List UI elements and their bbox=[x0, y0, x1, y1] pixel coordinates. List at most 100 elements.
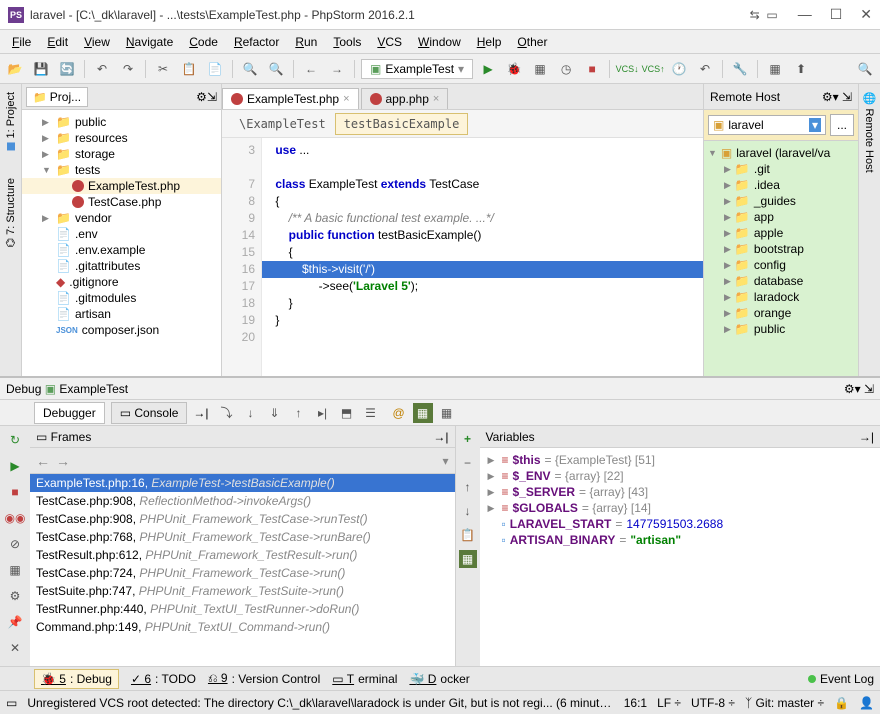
menu-edit[interactable]: Edit bbox=[39, 33, 76, 51]
code-editor[interactable]: 378914151617181920 use ... class Example… bbox=[222, 138, 703, 376]
mute-icon[interactable]: ⊘ bbox=[5, 534, 25, 554]
close-tab-icon[interactable]: × bbox=[343, 93, 349, 105]
step-out-icon[interactable]: ↑ bbox=[289, 403, 309, 423]
tree-node[interactable]: 📄.gitattributes bbox=[22, 258, 221, 274]
stop-icon[interactable]: ■ bbox=[581, 58, 603, 80]
tree-node[interactable]: 📄artisan bbox=[22, 306, 221, 322]
remote-more-button[interactable]: ... bbox=[830, 114, 854, 136]
remote-node[interactable]: ▶📁bootstrap bbox=[704, 241, 858, 257]
watch-icon[interactable]: @ bbox=[389, 403, 409, 423]
revert-icon[interactable]: ↶ bbox=[694, 58, 716, 80]
breadcrumb-method[interactable]: testBasicExample bbox=[335, 113, 469, 135]
eval-icon[interactable]: ☰ bbox=[361, 403, 381, 423]
upload-icon[interactable]: ⬆ bbox=[790, 58, 812, 80]
bottom-tab[interactable]: ▭ Terminal bbox=[332, 669, 397, 689]
file-encoding[interactable]: UTF-8 ÷ bbox=[691, 696, 735, 710]
debug-hide-icon[interactable]: ⇲ bbox=[864, 382, 874, 396]
frame-row[interactable]: TestCase.php:724, PHPUnit_Framework_Test… bbox=[30, 564, 455, 582]
cut-icon[interactable]: ✂ bbox=[152, 58, 174, 80]
frame-row[interactable]: TestRunner.php:440, PHPUnit_TextUI_TestR… bbox=[30, 600, 455, 618]
vcs-update-icon[interactable]: VCS↓ bbox=[616, 58, 638, 80]
project-tree[interactable]: ▶📁public▶📁resources▶📁storage▼📁testsExamp… bbox=[22, 110, 221, 376]
close-button[interactable]: ✕ bbox=[860, 6, 872, 23]
variable-row[interactable]: ▶≡ $_SERVER = {array} [43] bbox=[484, 484, 877, 500]
variable-row[interactable]: ▶≡ $_ENV = {array} [22] bbox=[484, 468, 877, 484]
search-icon[interactable]: 🔍 bbox=[854, 58, 876, 80]
project-gear-icon[interactable]: ⚙ bbox=[196, 90, 207, 104]
run-config-dropdown[interactable]: ▣ ExampleTest ▾ bbox=[361, 59, 473, 79]
remote-hide-icon[interactable]: ⇲ bbox=[842, 90, 852, 104]
variable-row[interactable]: ▫ LARAVEL_START = 1477591503.2688 bbox=[484, 516, 877, 532]
close-tab-icon[interactable]: × bbox=[433, 93, 439, 105]
variable-row[interactable]: ▶≡ $this = {ExampleTest} [51] bbox=[484, 452, 877, 468]
paste-icon[interactable]: 📄 bbox=[204, 58, 226, 80]
structure-toolwindow-tab[interactable]: ⌬ 7: Structure bbox=[2, 174, 19, 252]
remove-watch-icon[interactable]: − bbox=[459, 454, 477, 472]
console-output-icon[interactable]: →| bbox=[193, 406, 208, 420]
line-separator[interactable]: LF ÷ bbox=[657, 696, 681, 710]
variable-row[interactable]: ▶≡ $GLOBALS = {array} [14] bbox=[484, 500, 877, 516]
console-tab[interactable]: ▭ Console bbox=[111, 402, 188, 424]
frame-row[interactable]: TestCase.php:908, ReflectionMethod->invo… bbox=[30, 492, 455, 510]
tree-node[interactable]: JSONcomposer.json bbox=[22, 322, 221, 338]
tree-node[interactable]: ▶📁storage bbox=[22, 146, 221, 162]
remote-server-dropdown[interactable]: ▣laravel▾ bbox=[708, 115, 826, 135]
copy-watch-icon[interactable]: 📋 bbox=[459, 526, 477, 544]
view-bp-icon[interactable]: ▦ bbox=[437, 403, 457, 423]
remote-node[interactable]: ▶📁database bbox=[704, 273, 858, 289]
menu-run[interactable]: Run bbox=[287, 33, 325, 51]
step-over-icon[interactable]: ⤵ bbox=[217, 403, 237, 423]
tree-node[interactable]: ◆.gitignore bbox=[22, 274, 221, 290]
tree-node[interactable]: 📄.gitmodules bbox=[22, 290, 221, 306]
step-into-icon[interactable]: ↓ bbox=[241, 403, 261, 423]
tree-node[interactable]: 📄.env.example bbox=[22, 242, 221, 258]
debug-gear-icon[interactable]: ⚙▾ bbox=[844, 382, 861, 396]
vcs-commit-icon[interactable]: VCS↑ bbox=[642, 58, 664, 80]
drop-frame-icon[interactable]: ⬒ bbox=[337, 403, 357, 423]
remote-node[interactable]: ▶📁.idea bbox=[704, 177, 858, 193]
show-watches-icon[interactable]: ▦ bbox=[459, 550, 477, 568]
git-branch[interactable]: ᛉ Git: master ÷ bbox=[745, 696, 824, 710]
frame-next-icon[interactable]: → bbox=[56, 453, 70, 469]
frame-row[interactable]: TestCase.php:768, PHPUnit_Framework_Test… bbox=[30, 528, 455, 546]
bottom-tab[interactable]: 🐳 Docker bbox=[409, 669, 469, 689]
zoom-in-icon[interactable]: 🔍 bbox=[239, 58, 261, 80]
remote-gear-icon[interactable]: ⚙▾ bbox=[822, 90, 839, 104]
tree-node[interactable]: 📄.env bbox=[22, 226, 221, 242]
menu-view[interactable]: View bbox=[76, 33, 118, 51]
event-log-tab[interactable]: Event Log bbox=[808, 672, 874, 686]
menu-file[interactable]: File bbox=[4, 33, 39, 51]
bottom-tab[interactable]: ⎌ 9: Version Control bbox=[208, 669, 320, 689]
project-toolwindow-tab[interactable]: 1: Project bbox=[3, 88, 19, 154]
forward-icon[interactable]: → bbox=[326, 58, 348, 80]
frame-row[interactable]: TestSuite.php:747, PHPUnit_Framework_Tes… bbox=[30, 582, 455, 600]
project-tab[interactable]: 📁 Proj... bbox=[26, 87, 88, 107]
remote-host-tab[interactable]: 🌐 Remote Host bbox=[861, 88, 878, 177]
toolbar-toggles[interactable]: ⇆ ▭ bbox=[750, 8, 778, 22]
menu-vcs[interactable]: VCS bbox=[369, 33, 410, 51]
variable-row[interactable]: ▫ ARTISAN_BINARY = "artisan" bbox=[484, 532, 877, 548]
bottom-tab[interactable]: 🐞 5: Debug bbox=[34, 669, 119, 689]
minimize-button[interactable]: — bbox=[798, 6, 812, 23]
tree-node[interactable]: ExampleTest.php bbox=[22, 178, 221, 194]
tree-node[interactable]: ▼📁tests bbox=[22, 162, 221, 178]
frame-row[interactable]: ExampleTest.php:16, ExampleTest->testBas… bbox=[30, 474, 455, 492]
remote-tree[interactable]: ▼▣laravel (laravel/va ▶📁.git▶📁.idea▶📁_gu… bbox=[704, 141, 858, 376]
add-watch-icon[interactable]: + bbox=[459, 430, 477, 448]
undo-icon[interactable]: ↶ bbox=[91, 58, 113, 80]
remote-node[interactable]: ▶📁public bbox=[704, 321, 858, 337]
menu-help[interactable]: Help bbox=[469, 33, 510, 51]
debug-icon[interactable]: 🐞 bbox=[503, 58, 525, 80]
frame-dropdown-icon[interactable]: ▾ bbox=[442, 454, 448, 468]
breakpoints-icon[interactable]: ◉◉ bbox=[5, 508, 25, 528]
stop-debug-icon[interactable]: ■ bbox=[5, 482, 25, 502]
remote-node[interactable]: ▶📁app bbox=[704, 209, 858, 225]
force-step-icon[interactable]: ⇓ bbox=[265, 403, 285, 423]
profile-icon[interactable]: ◷ bbox=[555, 58, 577, 80]
settings-debug-icon[interactable]: ⚙ bbox=[5, 586, 25, 606]
settings-icon[interactable]: 🔧 bbox=[729, 58, 751, 80]
menu-navigate[interactable]: Navigate bbox=[118, 33, 181, 51]
remote-node[interactable]: ▶📁orange bbox=[704, 305, 858, 321]
close-debug-icon[interactable]: ✕ bbox=[5, 638, 25, 658]
frame-row[interactable]: TestResult.php:612, PHPUnit_Framework_Te… bbox=[30, 546, 455, 564]
